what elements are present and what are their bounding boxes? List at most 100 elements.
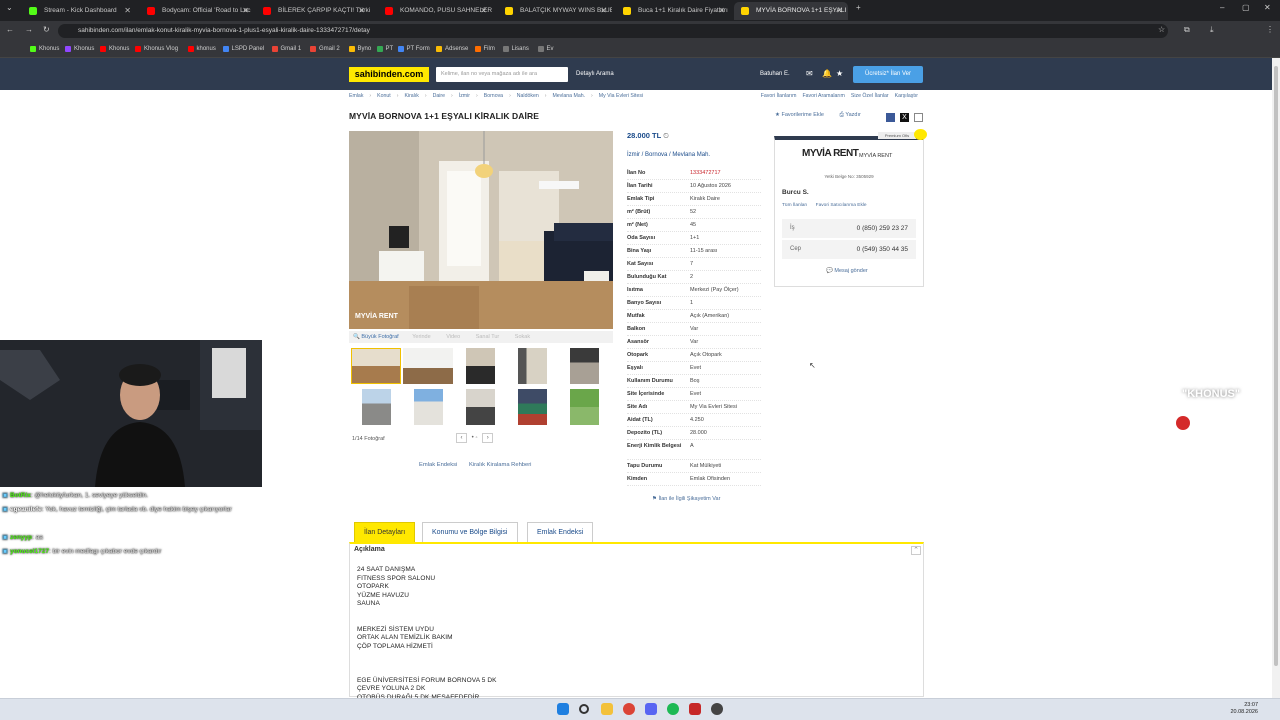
quick-link[interactable]: Favori Aramalarım — [802, 93, 844, 99]
tab-close-icon[interactable]: ✕ — [358, 2, 365, 20]
photo-tab-video[interactable]: Video — [446, 334, 460, 340]
seller-company[interactable]: MYVİA RENT — [859, 153, 892, 159]
phone-work[interactable]: İş 0 (850) 259 23 27 — [782, 219, 916, 238]
browser-tab[interactable]: Bodycam: Official 'Road to Loc ✕ — [140, 2, 254, 20]
bookmark-item[interactable]: Adsense — [436, 44, 468, 54]
bookmark-item[interactable]: PT Form — [397, 44, 430, 54]
phone-mobile[interactable]: Cep 0 (549) 350 44 35 — [782, 240, 916, 259]
bookmark-item[interactable]: PT — [376, 44, 393, 54]
photo-thumbnail[interactable] — [351, 348, 401, 384]
taskbar-clock[interactable]: 23:07 20.08.2026 — [1230, 702, 1258, 716]
post-ad-button[interactable]: Ücretsiz* İlan Ver — [853, 66, 923, 83]
photo-tab-yerinde[interactable]: Yerinde — [412, 334, 430, 340]
tab-emlak-endeksi[interactable]: Emlak Endeksi — [527, 522, 594, 542]
photo-thumbnail[interactable] — [466, 348, 495, 384]
photo-thumbnail[interactable] — [414, 389, 443, 425]
price-history-icon[interactable]: ⏲ — [663, 131, 669, 140]
obs-icon[interactable] — [711, 703, 723, 715]
bookmark-item[interactable]: Khonus — [65, 44, 94, 54]
tab-close-icon[interactable]: ✕ — [124, 2, 131, 20]
email-share-icon[interactable] — [914, 113, 923, 122]
forward-icon[interactable]: → — [25, 25, 33, 34]
photo-tab-street[interactable]: Sokak — [515, 334, 530, 340]
main-photo[interactable]: MYVİA RENT — [349, 131, 613, 329]
all-listings-link[interactable]: Tüm İlanları — [782, 203, 807, 208]
bookmark-star-icon[interactable]: ☆ — [1158, 25, 1165, 34]
facebook-share-icon[interactable] — [886, 113, 895, 122]
collapse-icon[interactable]: ⌃ — [911, 546, 921, 555]
bookmark-item[interactable]: Byno — [348, 44, 371, 54]
bookmark-item[interactable]: LSPD Panel — [222, 44, 264, 54]
favorite-seller-link[interactable]: Favori Satıcılarıma Ekle — [816, 203, 867, 208]
star-icon[interactable]: ★ — [836, 69, 843, 78]
url-input[interactable]: sahibinden.com/ilan/emlak-konut-kiralik-… — [58, 24, 1168, 38]
browser-tab[interactable]: KOMANDO, PUSU SAHNELERİ ✕ — [378, 2, 492, 20]
breadcrumb-item[interactable]: İzmir — [459, 93, 470, 99]
photo-thumbnail[interactable] — [570, 348, 599, 384]
browser-tab[interactable]: BİLEREK ÇARPIP KAÇTI! Türkiy ✕ — [256, 2, 370, 20]
site-logo[interactable]: sahibinden.com — [349, 67, 429, 82]
photo-tab-virtual-tour[interactable]: Sanal Tur — [476, 334, 500, 340]
breadcrumb-item[interactable]: Kiralık — [404, 93, 418, 99]
breadcrumb-item[interactable]: Konut — [377, 93, 391, 99]
bookmark-item[interactable]: Khonus Vlog — [135, 44, 178, 54]
close-window-icon[interactable]: ✕ — [1264, 3, 1271, 12]
reload-icon[interactable]: ↻ — [43, 25, 50, 34]
spotify-icon[interactable] — [667, 703, 679, 715]
seller-logo[interactable]: MYVİA RENT — [802, 148, 859, 159]
photo-thumbnail[interactable] — [518, 348, 547, 384]
complaint-link[interactable]: ⚑ İlan ile İlgili Şikayetim Var — [652, 496, 720, 502]
pager-prev-button[interactable]: ‹ — [456, 433, 467, 443]
rental-guide-link[interactable]: Kiralık Kiralama Rehberi — [469, 462, 532, 468]
extensions-icon[interactable]: ⧉ — [1184, 25, 1190, 35]
photo-thumbnail[interactable] — [570, 389, 599, 425]
quick-link[interactable]: Size Özel İlanlar — [851, 93, 889, 99]
back-icon[interactable]: ← — [6, 25, 14, 34]
new-tab-button[interactable]: + — [856, 3, 861, 12]
photo-thumbnail[interactable] — [466, 389, 495, 425]
user-menu[interactable]: Batuhan E. — [760, 71, 790, 77]
bookmark-item[interactable]: Film — [474, 44, 495, 54]
tab-location-info[interactable]: Konumu ve Bölge Bilgisi — [422, 522, 518, 542]
scrollbar-thumb[interactable] — [1274, 66, 1278, 666]
print-link[interactable]: ⎙ Yazdır — [839, 112, 860, 118]
download-icon[interactable]: ⤓ — [1210, 25, 1214, 35]
breadcrumb-item[interactable]: Emlak — [349, 93, 363, 99]
photo-thumbnail[interactable] — [518, 389, 547, 425]
location-district[interactable]: Bornova — [645, 152, 667, 158]
tab-close-icon[interactable]: ✕ — [718, 2, 725, 20]
location-neighborhood[interactable]: Mevlana Mah. — [672, 152, 710, 158]
emlak-endeksi-link[interactable]: Emlak Endeksi — [419, 462, 457, 468]
bookmark-item[interactable]: Ev — [537, 44, 554, 54]
mail-icon[interactable]: ✉ — [806, 69, 813, 78]
search-icon[interactable]: ⌕ — [556, 69, 560, 77]
bookmark-item[interactable]: khonus — [187, 44, 216, 54]
site-search-input[interactable]: Kelime, ilan no veya mağaza adı ile ara — [436, 67, 568, 82]
file-explorer-icon[interactable] — [601, 703, 613, 715]
bookmark-item[interactable]: Khonus — [30, 44, 59, 54]
location-city[interactable]: İzmir — [627, 152, 640, 158]
bookmark-item[interactable]: Khonus — [100, 44, 129, 54]
breadcrumb-item[interactable]: Bornova — [484, 93, 503, 99]
x-share-icon[interactable]: X — [900, 113, 909, 122]
tab-close-icon[interactable]: ✕ — [242, 2, 249, 20]
tab-close-icon[interactable]: ✕ — [836, 2, 843, 20]
tab-listing-details[interactable]: İlan Detayları — [354, 522, 416, 542]
breadcrumb-item[interactable]: My Via Evleri Sitesi — [599, 93, 643, 99]
bookmark-item[interactable]: Gmail 2 — [310, 44, 340, 54]
big-photo-button[interactable]: 🔍 Büyük Fotoğraf — [353, 334, 399, 340]
tab-search-icon[interactable]: ⌄ — [6, 3, 13, 12]
browser-tab[interactable]: Stream - Kick Dashboard ✕ — [22, 2, 136, 20]
quick-link[interactable]: Karşılaştır — [895, 93, 918, 99]
bookmark-item[interactable]: Lisans — [502, 44, 529, 54]
browser-tab[interactable]: MYVİA BORNOVA 1+1 EŞYALI ✕ — [734, 2, 848, 20]
tab-close-icon[interactable]: ✕ — [600, 2, 607, 20]
start-menu-icon[interactable] — [557, 703, 569, 715]
photo-thumbnail[interactable] — [403, 348, 453, 384]
breadcrumb-item[interactable]: Naldöken — [517, 93, 539, 99]
minimize-icon[interactable]: – — [1220, 3, 1224, 12]
bookmark-item[interactable]: Gmail 1 — [271, 44, 301, 54]
recorder-icon[interactable] — [689, 703, 701, 715]
browser-tab[interactable]: BALATÇIK MYWAY WINS BLUE ✕ — [498, 2, 612, 20]
photo-thumbnail[interactable] — [362, 389, 391, 425]
